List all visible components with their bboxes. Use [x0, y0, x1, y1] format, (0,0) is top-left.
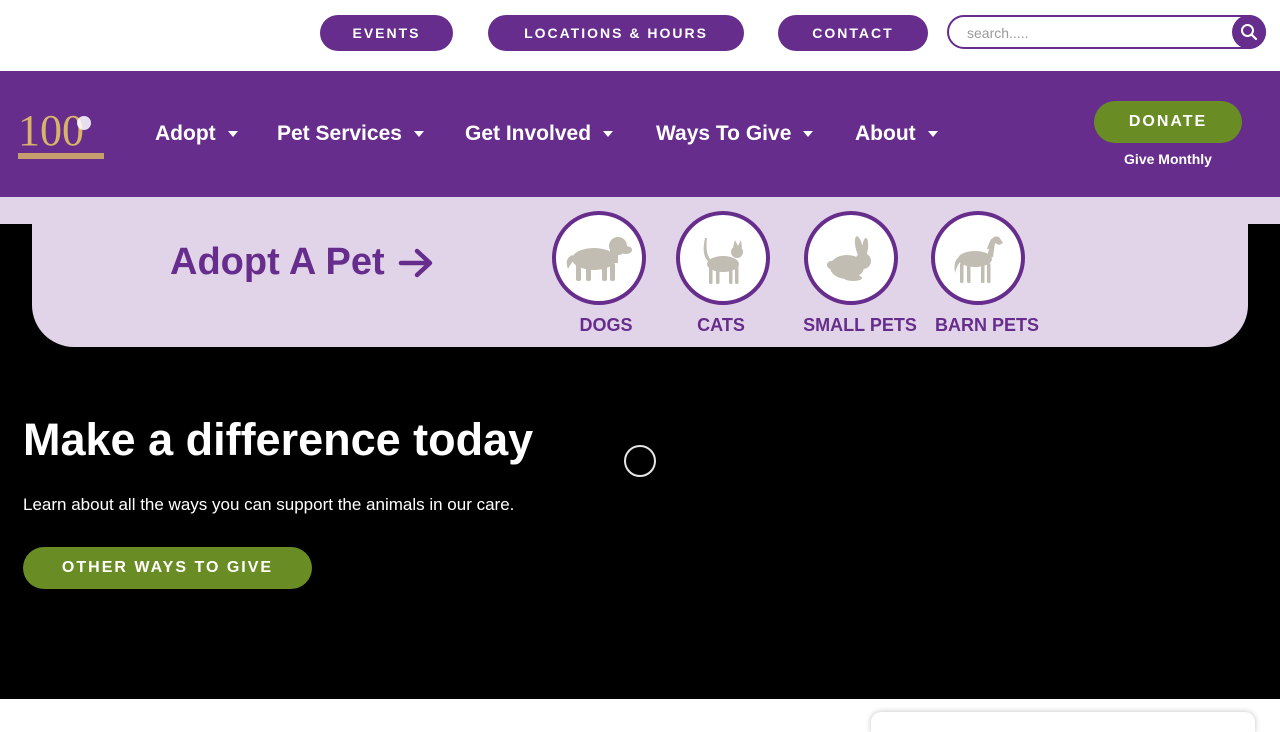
search-input[interactable]: [967, 23, 1227, 43]
search-icon: [1241, 24, 1258, 41]
hero-subtitle: Learn about all the ways you can support…: [23, 495, 515, 514]
nav-pet-services[interactable]: Pet Services: [277, 121, 424, 147]
caret-down-icon: [927, 131, 938, 137]
centennial-logo-icon: 100: [18, 106, 104, 159]
adopt-a-pet-label: Adopt A Pet: [170, 241, 385, 283]
pet-category-small-pets[interactable]: SMALL PETS: [794, 211, 924, 341]
small-pets-label: SMALL PETS: [803, 315, 917, 335]
logo[interactable]: 100: [18, 105, 104, 163]
nav-get-involved-label: Get Involved: [465, 122, 592, 145]
other-ways-to-give-button[interactable]: OTHER WAYS TO GIVE: [23, 547, 312, 589]
pet-category-barn-pets[interactable]: BARN PETS: [921, 211, 1051, 341]
locations-hours-button[interactable]: LOCATIONS & HOURS: [488, 15, 744, 51]
horse-icon: [954, 236, 1003, 283]
nav-about-label: About: [855, 122, 916, 145]
hero-title: Make a difference today: [23, 414, 534, 465]
give-monthly-link[interactable]: Give Monthly: [1094, 151, 1242, 167]
nav-pet-services-label: Pet Services: [277, 122, 402, 145]
cats-label: CATS: [697, 315, 745, 335]
loading-spinner-icon: [624, 445, 656, 477]
contact-button[interactable]: CONTACT: [778, 15, 928, 51]
nav-get-involved[interactable]: Get Involved: [465, 121, 614, 147]
main-nav: 100 Adopt Pet Services Get Involved Ways…: [0, 71, 1280, 197]
dogs-label: DOGS: [579, 315, 633, 335]
top-utility-bar: EVENTS LOCATIONS & HOURS CONTACT: [0, 0, 1280, 71]
donate-button[interactable]: DONATE: [1094, 101, 1242, 143]
arrow-right-icon: [398, 248, 432, 277]
nav-about[interactable]: About: [855, 121, 938, 147]
caret-down-icon: [413, 131, 424, 137]
caret-down-icon: [603, 131, 614, 137]
caret-down-icon: [803, 131, 814, 137]
barn-pets-circle: [931, 211, 1025, 305]
cat-icon: [703, 238, 743, 284]
small-pets-circle: [804, 211, 898, 305]
caret-down-icon: [227, 131, 238, 137]
rabbit-icon: [827, 236, 871, 281]
nav-adopt-label: Adopt: [155, 122, 216, 145]
search-box: [947, 15, 1266, 49]
pet-category-cats[interactable]: CATS: [666, 211, 796, 341]
search-button[interactable]: [1232, 15, 1266, 49]
nav-ways-to-give-label: Ways To Give: [656, 122, 792, 145]
nav-ways-to-give[interactable]: Ways To Give: [656, 121, 814, 147]
events-button[interactable]: EVENTS: [320, 15, 453, 51]
svg-text:100: 100: [18, 106, 84, 155]
barn-pets-label: BARN PETS: [934, 315, 1039, 335]
cats-circle: [676, 211, 770, 305]
dog-icon: [566, 237, 632, 281]
adopt-panel: Adopt A Pet DOGS CATS SMALL PETS BARN PE…: [32, 197, 1248, 347]
pet-category-dogs[interactable]: DOGS: [542, 211, 672, 341]
nav-adopt[interactable]: Adopt: [155, 121, 238, 147]
chat-widget-tab[interactable]: [871, 712, 1255, 732]
dogs-circle: [552, 211, 646, 305]
adopt-a-pet-link[interactable]: Adopt A Pet: [170, 241, 437, 284]
